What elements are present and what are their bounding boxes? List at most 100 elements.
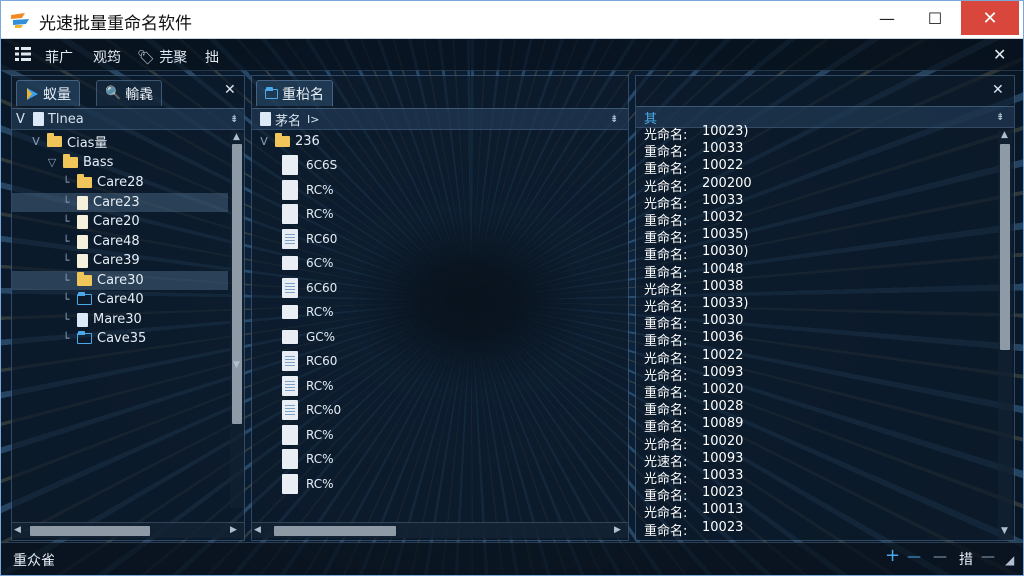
right-panel-close-icon[interactable]: ✕ xyxy=(992,82,1004,98)
file-row[interactable]: RC% xyxy=(282,178,334,202)
folder-expand-icon[interactable]: V xyxy=(258,135,270,148)
result-row[interactable]: 光命名: 200200 xyxy=(644,176,752,195)
tree-item[interactable]: └ Care28 xyxy=(12,173,228,192)
result-row[interactable]: 重命名: 10028 xyxy=(644,399,743,418)
tree-item[interactable]: └ Care39 xyxy=(12,251,228,270)
right-vertical-scrollbar[interactable]: ▲ ▼ xyxy=(998,130,1012,540)
file-row[interactable]: GC% xyxy=(282,325,335,349)
sort-icon[interactable]: ⇟ xyxy=(230,114,238,125)
result-row[interactable]: 光命名: 10013 xyxy=(644,502,743,521)
maximize-button[interactable]: ☐ xyxy=(913,1,957,35)
middle-scroll-left-icon[interactable]: ◀ xyxy=(254,525,261,535)
result-row[interactable]: 重命名: 10035) xyxy=(644,227,748,246)
minimize-button[interactable]: — xyxy=(865,1,909,35)
result-row[interactable]: 重命名: 10048 xyxy=(644,262,743,281)
tree-expand-icon[interactable]: V xyxy=(30,135,42,148)
tree-item[interactable]: └ Care40 xyxy=(12,290,228,309)
left-vscroll-thumb[interactable] xyxy=(232,144,242,424)
scroll-right-arrow-icon[interactable]: ▶ xyxy=(230,525,237,535)
result-row[interactable]: 重命名: 10022 xyxy=(644,158,743,177)
file-row[interactable]: RC% xyxy=(282,202,334,226)
file-row[interactable]: RC% xyxy=(282,374,334,398)
result-row[interactable]: 光命名: 10022 xyxy=(644,348,743,367)
file-row[interactable]: RC% xyxy=(282,447,334,471)
menu-item-1[interactable]: 菲广 xyxy=(45,47,73,67)
file-row[interactable]: RC60 xyxy=(282,349,337,373)
tree-item[interactable]: └ Care30 xyxy=(12,271,228,290)
middle-sort-icon[interactable]: ⇟ xyxy=(610,114,618,125)
result-row[interactable]: 光命名: 10023) xyxy=(644,124,748,143)
file-list-header[interactable]: 茅名 Ⅰ> ⇟ xyxy=(252,108,628,130)
right-vscroll-thumb[interactable] xyxy=(1000,144,1010,350)
middle-folder-row[interactable]: V 236 xyxy=(258,132,320,151)
middle-scroll-right-icon[interactable]: ▶ xyxy=(614,525,621,535)
file-row[interactable]: RC%0 xyxy=(282,398,341,422)
tree-expand-icon[interactable]: ▽ xyxy=(46,156,58,169)
result-label: 重命名: xyxy=(644,489,688,505)
file-row[interactable]: RC% xyxy=(282,472,334,496)
menu-item-3[interactable]: 🏷 芫聚 xyxy=(137,47,187,67)
tree-item[interactable]: ▽ Bass xyxy=(12,153,228,172)
result-row[interactable]: 重命名: 10032 xyxy=(644,210,743,229)
file-row[interactable]: 6C% xyxy=(282,251,333,275)
left-horizontal-scrollbar[interactable]: ◀ ▶ xyxy=(12,522,244,538)
expand-chevron-icon[interactable]: V xyxy=(16,112,25,127)
result-row[interactable]: 光命名: 10033 xyxy=(644,193,743,212)
resize-grip-icon[interactable]: ◢ xyxy=(1005,553,1014,567)
result-row[interactable]: 重命名: 10023 xyxy=(644,520,743,539)
result-value: 10093 xyxy=(702,364,744,380)
tree-item[interactable]: └ Care23 xyxy=(12,193,228,212)
result-label: 光命名: xyxy=(644,179,688,195)
menu-item-4[interactable]: 拙 xyxy=(205,47,219,67)
close-button[interactable]: ✕ xyxy=(961,1,1019,35)
status-right-label: 措 xyxy=(959,552,973,568)
result-row[interactable]: 重命名: 10020 xyxy=(644,382,744,401)
result-row[interactable]: 光命名: 10093 xyxy=(644,364,744,384)
result-row[interactable]: 光命名: 10020 xyxy=(644,434,743,453)
result-row[interactable]: 重命名: 10023 xyxy=(644,485,743,505)
file-row[interactable]: RC% xyxy=(282,423,334,447)
result-row[interactable]: 光命名: 10033) xyxy=(644,296,748,315)
tab-input[interactable]: 🔍 輸毳 xyxy=(96,80,163,106)
scroll-down-arrow-icon[interactable]: ▼ xyxy=(233,360,240,370)
tree-item[interactable]: └ Mare30 xyxy=(12,310,228,329)
result-row[interactable]: 重命名: 10030) xyxy=(644,244,748,263)
tree-root-row[interactable]: V Tlnea ⇟ xyxy=(12,108,244,130)
left-hscroll-thumb[interactable] xyxy=(30,526,150,536)
right-scroll-down-icon[interactable]: ▼ xyxy=(1001,526,1008,536)
tab-batch[interactable]: 蚁量 xyxy=(16,80,80,106)
result-row[interactable]: 光命名: 10033 xyxy=(644,468,743,487)
file-icon xyxy=(282,228,298,249)
tree-item[interactable]: └ Care48 xyxy=(12,232,228,251)
middle-horizontal-scrollbar[interactable]: ◀ ▶ xyxy=(252,522,628,538)
result-row[interactable]: 光速名: 10093 xyxy=(644,451,743,470)
tree-item[interactable]: └ Cave35 xyxy=(12,329,228,348)
right-sort-icon[interactable]: ⇟ xyxy=(996,112,1004,123)
file-row[interactable]: RC% xyxy=(282,300,334,324)
tree-item[interactable]: V Cias量 xyxy=(12,132,228,151)
result-value: 10030 xyxy=(702,313,744,329)
result-row[interactable]: 重命名: 10033 xyxy=(644,141,743,160)
result-row[interactable]: 重命名: 10089 xyxy=(644,416,743,435)
result-value: 10020 xyxy=(702,382,744,397)
right-scroll-up-icon[interactable]: ▲ xyxy=(1001,130,1008,140)
result-row[interactable]: 重命名: 10036 xyxy=(644,330,743,349)
left-panel-close-icon[interactable]: ✕ xyxy=(224,82,236,98)
tree-item-label: Care23 xyxy=(93,195,140,210)
middle-hscroll-thumb[interactable] xyxy=(274,526,396,536)
menu-grid-icon[interactable] xyxy=(15,47,31,61)
file-row[interactable]: 6C60 xyxy=(282,276,337,300)
title-bar[interactable]: 光速批量重命名软件 — ☐ ✕ xyxy=(1,1,1023,39)
menu-item-2[interactable]: 观筠 xyxy=(93,47,121,67)
tab-rename[interactable]: 重柗名 xyxy=(256,80,333,106)
result-row[interactable]: 重命名: 10030 xyxy=(644,313,744,332)
file-row[interactable]: RC60 xyxy=(282,227,337,251)
add-icon[interactable]: + xyxy=(885,545,900,566)
result-row[interactable]: 光命名: 10038 xyxy=(644,279,743,298)
left-vertical-scrollbar[interactable]: ▲ ▼ xyxy=(230,132,244,508)
scroll-up-arrow-icon[interactable]: ▲ xyxy=(233,132,240,142)
menubar-close-icon[interactable]: ✕ xyxy=(993,45,1006,64)
tree-item[interactable]: └ Care20 xyxy=(12,212,228,231)
scroll-left-arrow-icon[interactable]: ◀ xyxy=(14,525,21,535)
file-row[interactable]: 6C6S xyxy=(282,153,337,177)
